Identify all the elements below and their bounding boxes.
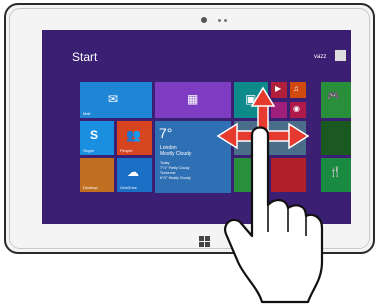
hand-pointer-icon <box>224 126 324 304</box>
arrow-right-icon <box>265 122 310 150</box>
gesture-overlay <box>216 86 324 304</box>
